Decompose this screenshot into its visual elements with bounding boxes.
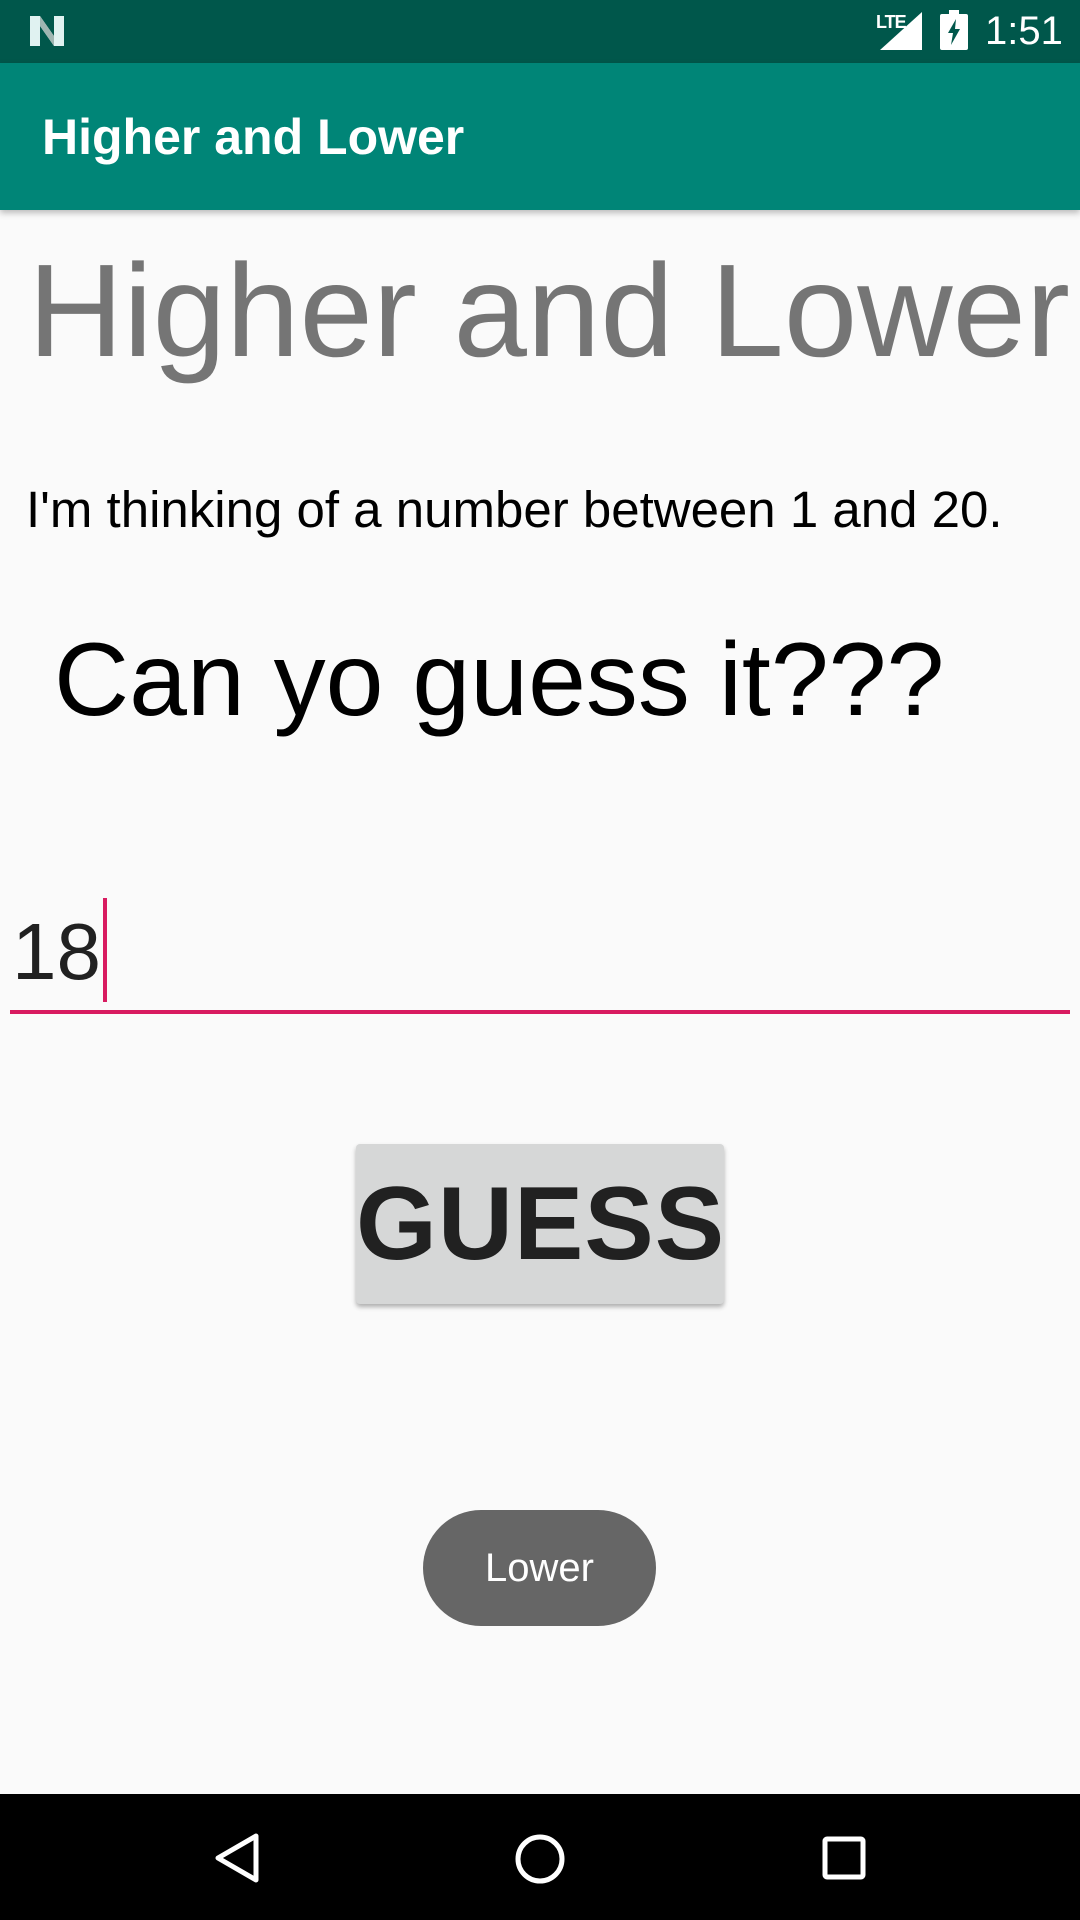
- page-heading: Higher and Lower: [28, 237, 1070, 384]
- guess-input-text: 18: [12, 907, 101, 996]
- guess-button[interactable]: GUESS: [356, 1144, 724, 1304]
- status-time: 1:51: [985, 9, 1063, 53]
- prompt-text: Can yo guess it???: [54, 622, 945, 738]
- guess-input[interactable]: 18: [10, 890, 1070, 1014]
- app-bar-title: Higher and Lower: [42, 109, 465, 165]
- n-logo-icon: [30, 16, 64, 46]
- app-bar: Higher and Lower: [0, 63, 1080, 210]
- toast-message: Lower: [423, 1510, 656, 1626]
- guess-input-value: 18: [12, 898, 107, 1002]
- back-icon[interactable]: [212, 1832, 262, 1884]
- status-bar: LTE 1:51: [0, 0, 1080, 63]
- signal-icon: [880, 12, 922, 50]
- home-icon[interactable]: [513, 1832, 567, 1886]
- instructions-text: I'm thinking of a number between 1 and 2…: [26, 481, 1003, 538]
- text-caret: [102, 898, 107, 1002]
- battery-charging-icon: [940, 10, 968, 50]
- recents-icon[interactable]: [822, 1836, 866, 1880]
- screen: LTE 1:51 Higher and Lower Higher and Low…: [0, 0, 1080, 1920]
